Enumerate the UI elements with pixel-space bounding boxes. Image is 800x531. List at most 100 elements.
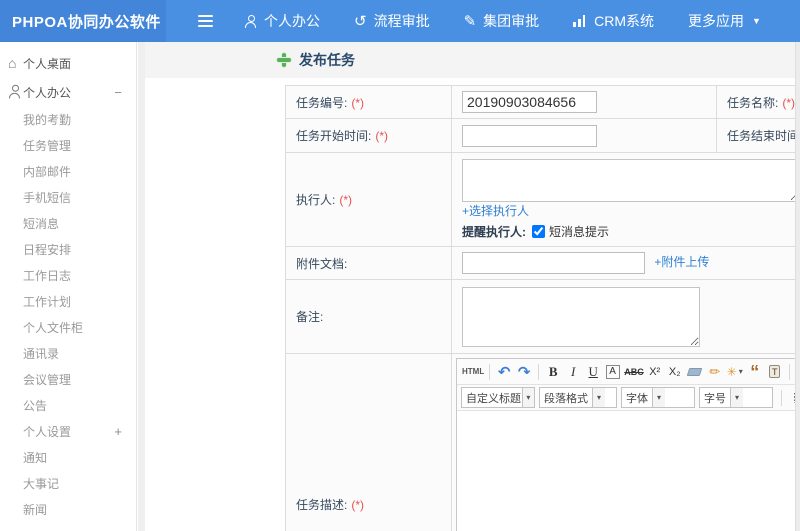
nav-label: 个人办公	[264, 13, 320, 29]
toolbar-separator	[788, 363, 790, 380]
nav-personal-office[interactable]: 个人办公	[244, 11, 320, 31]
app-logo: PHPOA协同办公软件	[0, 0, 166, 42]
eraser-icon	[686, 367, 703, 376]
nav-more-apps[interactable]: 更多应用 ▼	[688, 11, 761, 31]
sidebar-item-personal-files[interactable]: 个人文件柜	[0, 314, 136, 340]
task-number-value-cell	[451, 85, 717, 119]
sidebar-item-short-message[interactable]: 短消息	[0, 210, 136, 236]
sms-tip-checkbox[interactable]	[532, 225, 545, 238]
remark-label-cell: 备注:	[285, 279, 452, 354]
nav-process-approval[interactable]: ↺ 流程审批	[354, 11, 430, 31]
sidebar-item-work-log[interactable]: 工作日志	[0, 262, 136, 288]
remark-textarea[interactable]	[462, 286, 700, 347]
task-number-input[interactable]	[462, 91, 597, 113]
choose-executor-link[interactable]: +选择执行人	[462, 204, 529, 218]
editor-toolbar-row1: HTML ↶ ↷ B I U A ABC X² X₂ ✏ ✳ ▾ “ T	[457, 359, 800, 385]
edit-icon: ✎	[463, 12, 477, 30]
sidebar-item-personal-settings[interactable]: 个人设置 +	[0, 418, 136, 444]
description-value-cell: HTML ↶ ↷ B I U A ABC X² X₂ ✏ ✳ ▾ “ T 自定义…	[451, 353, 800, 531]
superscript-button[interactable]: X²	[646, 362, 664, 382]
blockquote-button[interactable]: “	[746, 363, 764, 381]
executor-textarea[interactable]	[462, 159, 800, 202]
font-style-box-button[interactable]: A	[606, 364, 621, 379]
sidebar-item-schedule[interactable]: 日程安排	[0, 236, 136, 262]
paste-button[interactable]: T	[766, 362, 784, 382]
sidebar-item-mobile-sms[interactable]: 手机短信	[0, 184, 136, 210]
home-icon: ⌂	[8, 55, 17, 71]
nav-label: 更多应用	[688, 13, 745, 29]
sidebar-item-internal-mail[interactable]: 内部邮件	[0, 158, 136, 184]
main-content: 发布任务 任务编号:(*) 任务名称:(*)	[145, 42, 800, 531]
top-header-bar: PHPOA协同办公软件 个人办公 ↺ 流程审批 ✎ 集团审批 CRM系统 更多应…	[0, 0, 800, 42]
sidebar-item-label: 工作日志	[23, 268, 72, 283]
description-label: 任务描述:	[296, 498, 348, 512]
font-family-select[interactable]: 字体 ▾	[621, 387, 695, 408]
executor-label-cell: 执行人: (*)	[285, 152, 452, 247]
remark-value-cell	[451, 279, 800, 354]
strikethrough-button[interactable]: ABC	[624, 362, 644, 382]
sidebar-item-label: 个人办公	[23, 85, 72, 100]
sidebar-gutter	[138, 42, 145, 531]
nav-crm-system[interactable]: CRM系统	[573, 11, 654, 31]
paragraph-format-select[interactable]: 段落格式 ▾	[539, 387, 617, 408]
app-window: PHPOA协同办公软件 个人办公 ↺ 流程审批 ✎ 集团审批 CRM系统 更多应…	[0, 0, 800, 531]
title-band	[145, 42, 800, 78]
sidebar-item-meeting-management[interactable]: 会议管理	[0, 366, 136, 392]
sidebar-item-contacts[interactable]: 通讯录	[0, 340, 136, 366]
end-time-label-cell: 任务结束时间:(*)	[716, 118, 800, 153]
attachment-input[interactable]	[462, 252, 645, 274]
hamburger-menu-icon[interactable]	[196, 14, 216, 28]
html-source-button[interactable]: HTML	[462, 362, 484, 382]
underline-button[interactable]: U	[584, 362, 602, 382]
publish-task-form: 任务编号:(*) 任务名称:(*) 任务开始时间:(*)	[285, 85, 800, 531]
custom-title-select[interactable]: 自定义标题 ▾	[461, 387, 535, 408]
sms-tip-label: 短消息提示	[549, 225, 610, 239]
task-number-label-cell: 任务编号: (*)	[285, 85, 452, 119]
page-title: 发布任务	[277, 50, 355, 70]
toolbar-separator	[538, 363, 540, 380]
sidebar-item-label: 通讯录	[23, 346, 60, 361]
process-approval-icon: ↺	[354, 12, 367, 30]
redo-button[interactable]: ↷	[515, 362, 533, 382]
sidebar-item-label: 工作计划	[23, 294, 72, 309]
expand-plus-icon[interactable]: +	[114, 424, 122, 439]
sidebar-item-memorabilia[interactable]: 大事记	[0, 470, 136, 496]
sidebar-item-announcement[interactable]: 公告	[0, 392, 136, 418]
sidebar-item-personal-desktop[interactable]: ⌂ 个人桌面	[0, 48, 136, 78]
bold-button[interactable]: B	[544, 362, 562, 382]
italic-button[interactable]: I	[564, 362, 582, 382]
undo-button[interactable]: ↶	[495, 362, 513, 382]
sidebar-item-work-plan[interactable]: 工作计划	[0, 288, 136, 314]
sidebar-item-label: 内部邮件	[23, 164, 72, 179]
format-brush-button[interactable]: ✏	[706, 362, 724, 382]
chevron-down-icon: ▾	[730, 388, 743, 407]
eraser-button[interactable]	[686, 362, 704, 382]
start-time-input[interactable]	[462, 124, 597, 147]
sidebar-item-my-attendance[interactable]: 我的考勤	[0, 106, 136, 132]
auto-typeset-button[interactable]: ✳ ▾	[726, 362, 744, 382]
editor-content-area[interactable]	[457, 411, 800, 531]
sidebar-item-label: 大事记	[23, 476, 60, 491]
sidebar-item-personal-office[interactable]: 个人办公 −	[0, 78, 136, 106]
nav-group-approval[interactable]: ✎ 集团审批	[464, 11, 540, 31]
executor-value-cell: +选择执行人 提醒执行人: 短消息提示	[451, 152, 800, 247]
sidebar-item-label: 个人文件柜	[23, 320, 84, 335]
editor-toolbar-row2: 自定义标题 ▾ 段落格式 ▾ 字体 ▾ 字号 ▾	[457, 385, 800, 411]
clipboard-icon: T	[769, 365, 781, 378]
collapse-minus-icon[interactable]: −	[114, 85, 122, 100]
person-icon	[8, 84, 21, 99]
required-mark: (*)	[351, 95, 365, 110]
attachment-upload-link[interactable]: +附件上传	[654, 255, 709, 269]
chevron-down-icon: ▼	[752, 16, 761, 26]
font-size-select[interactable]: 字号 ▾	[699, 387, 773, 408]
bar-chart-icon	[573, 15, 587, 27]
start-time-value-cell	[451, 118, 717, 153]
magic-wand-icon: ✳	[726, 364, 737, 379]
sidebar-item-notice[interactable]: 通知	[0, 444, 136, 470]
chevron-down-icon: ▾	[592, 388, 605, 407]
sidebar-item-news[interactable]: 新闻	[0, 496, 136, 522]
sidebar-item-label: 个人设置	[23, 424, 72, 439]
sidebar-item-task-management[interactable]: 任务管理	[0, 132, 136, 158]
subscript-button[interactable]: X₂	[666, 362, 684, 382]
vertical-scrollbar[interactable]	[795, 42, 800, 531]
